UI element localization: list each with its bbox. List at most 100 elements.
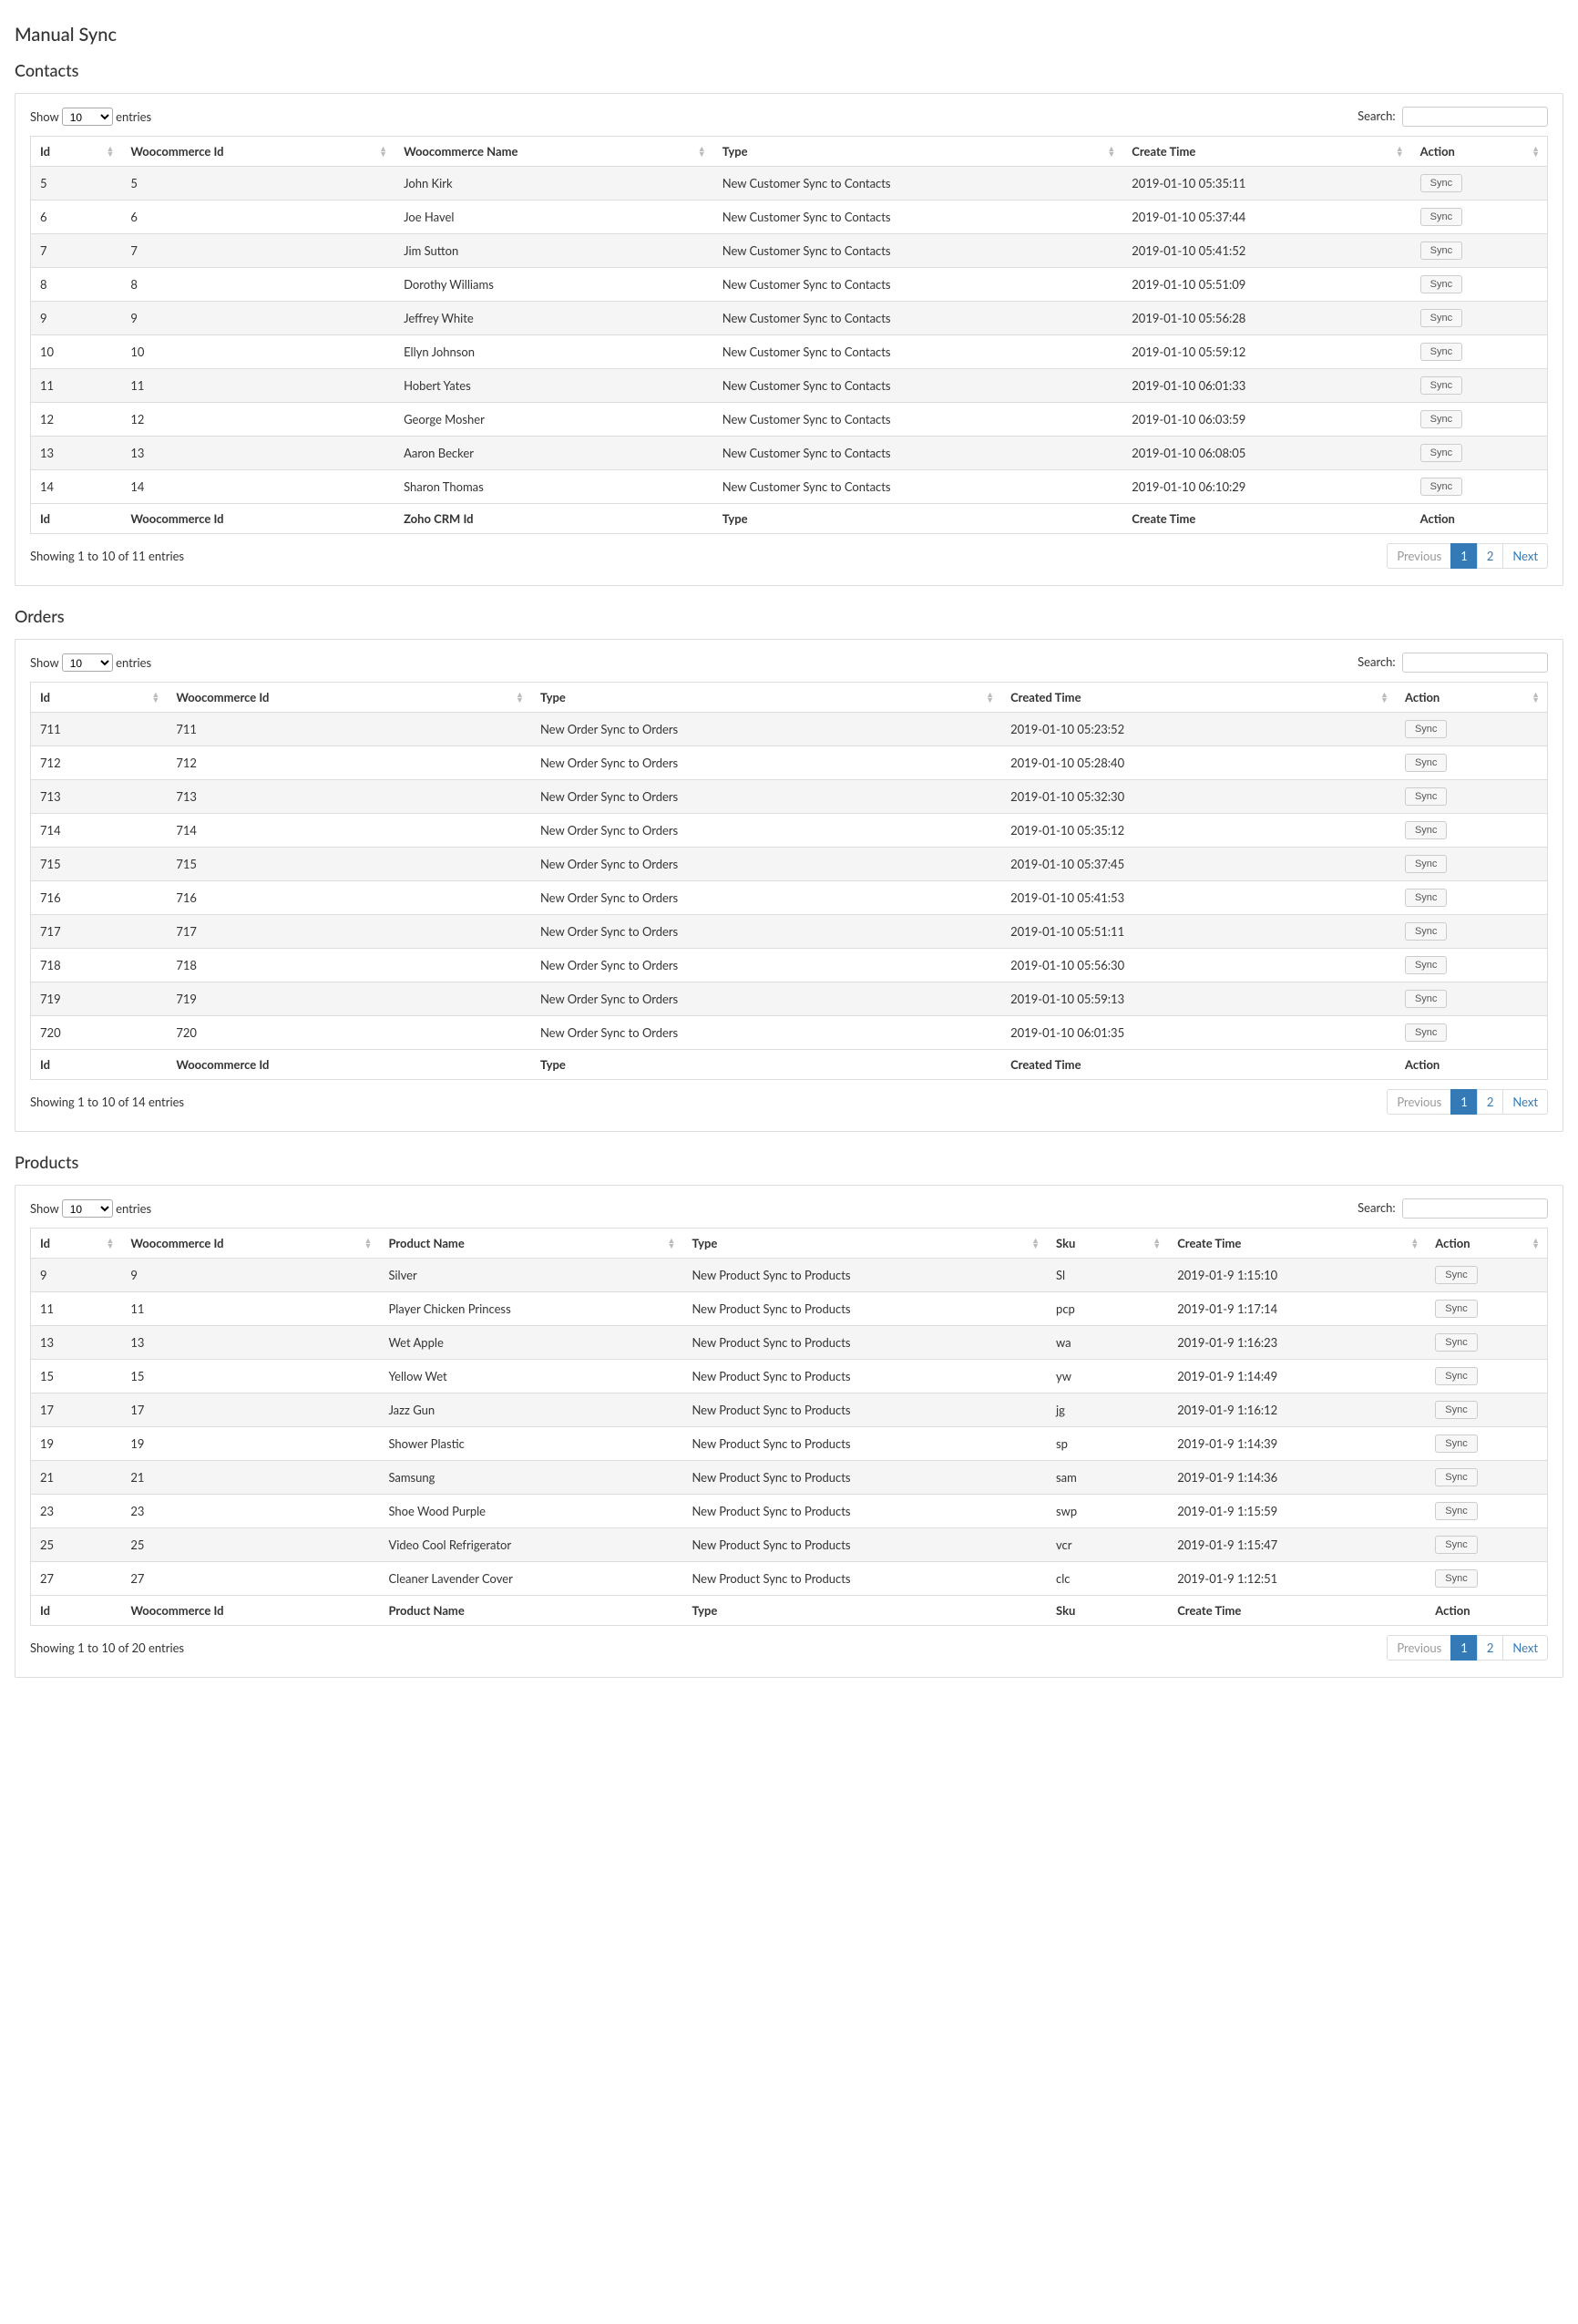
sync-button[interactable]: Sync — [1420, 208, 1462, 226]
sync-button[interactable]: Sync — [1435, 1300, 1477, 1318]
products.headers-col-6[interactable]: Action — [1426, 1229, 1547, 1259]
products.headers-col-5[interactable]: Create Time — [1168, 1229, 1426, 1259]
table-row: 712712New Order Sync to Orders2019-01-10… — [31, 746, 1548, 780]
sync-button[interactable]: Sync — [1420, 376, 1462, 395]
sync-button[interactable]: Sync — [1435, 1266, 1477, 1284]
cell-id: 23 — [31, 1495, 122, 1528]
sync-button[interactable]: Sync — [1405, 1023, 1447, 1042]
orders-page-1[interactable]: 1 — [1450, 1089, 1478, 1115]
orders.footer_headers-col-2: Type — [531, 1050, 1001, 1080]
cell-wc-id: 9 — [121, 1259, 379, 1292]
contacts-length-select[interactable]: 10 — [62, 108, 113, 126]
orders.headers-col-2[interactable]: Type — [531, 683, 1001, 713]
sort-icon — [1031, 1238, 1040, 1249]
sync-button[interactable]: Sync — [1420, 174, 1462, 192]
cell-action: Sync — [1426, 1562, 1547, 1596]
contacts.headers-col-0[interactable]: Id — [31, 137, 122, 167]
cell-action: Sync — [1396, 848, 1548, 881]
cell-id: 12 — [31, 403, 122, 437]
contacts.headers-col-2[interactable]: Woocommerce Name — [394, 137, 713, 167]
sync-button[interactable]: Sync — [1435, 1569, 1477, 1588]
sort-icon — [1396, 146, 1404, 157]
orders-prev-button[interactable]: Previous — [1387, 1089, 1451, 1115]
contacts-prev-button[interactable]: Previous — [1387, 543, 1451, 569]
orders.headers-col-3[interactable]: Created Time — [1001, 683, 1396, 713]
sync-button[interactable]: Sync — [1420, 242, 1462, 260]
products.headers-col-1[interactable]: Woocommerce Id — [121, 1229, 379, 1259]
orders-page-2[interactable]: 2 — [1477, 1089, 1504, 1115]
cell-name: Yellow Wet — [379, 1360, 682, 1393]
products-next-button[interactable]: Next — [1502, 1635, 1548, 1661]
cell-id: 719 — [31, 982, 168, 1016]
contacts.headers-col-3[interactable]: Type — [713, 137, 1123, 167]
cell-id: 14 — [31, 470, 122, 504]
sync-button[interactable]: Sync — [1405, 922, 1447, 941]
sync-button[interactable]: Sync — [1420, 343, 1462, 361]
cell-id: 5 — [31, 167, 122, 201]
cell-wc-id: 17 — [121, 1393, 379, 1427]
contacts.footer_headers-col-2: Zoho CRM Id — [394, 504, 713, 534]
orders-pagination: Previous 1 2 Next — [1388, 1089, 1548, 1115]
sync-button[interactable]: Sync — [1420, 410, 1462, 428]
cell-wc-id: 14 — [121, 470, 394, 504]
contacts-next-button[interactable]: Next — [1502, 543, 1548, 569]
products.headers-col-0[interactable]: Id — [31, 1229, 122, 1259]
products.headers-col-2[interactable]: Product Name — [379, 1229, 682, 1259]
orders-search-input[interactable] — [1402, 653, 1548, 673]
contacts-search-control: Search: — [1358, 107, 1548, 127]
cell-wc-id: 27 — [121, 1562, 379, 1596]
cell-id: 7 — [31, 234, 122, 268]
cell-action: Sync — [1426, 1259, 1547, 1292]
contacts.headers-col-5[interactable]: Action — [1411, 137, 1548, 167]
contacts.headers-col-1[interactable]: Woocommerce Id — [121, 137, 394, 167]
sync-button[interactable]: Sync — [1405, 990, 1447, 1008]
sync-button[interactable]: Sync — [1420, 275, 1462, 293]
sync-button[interactable]: Sync — [1405, 821, 1447, 839]
sync-button[interactable]: Sync — [1420, 309, 1462, 327]
sync-button[interactable]: Sync — [1405, 720, 1447, 738]
sync-button[interactable]: Sync — [1435, 1333, 1477, 1352]
contacts-page-1[interactable]: 1 — [1450, 543, 1478, 569]
products-page-2[interactable]: 2 — [1477, 1635, 1504, 1661]
contacts-table: IdWoocommerce IdWoocommerce NameTypeCrea… — [30, 136, 1548, 534]
cell-id: 720 — [31, 1016, 168, 1050]
sync-button[interactable]: Sync — [1405, 787, 1447, 806]
sync-button[interactable]: Sync — [1435, 1435, 1477, 1453]
cell-name: Joe Havel — [394, 201, 713, 234]
orders-next-button[interactable]: Next — [1502, 1089, 1548, 1115]
orders-length-select[interactable]: 10 — [62, 653, 113, 672]
sync-button[interactable]: Sync — [1405, 956, 1447, 974]
cell-action: Sync — [1411, 437, 1548, 470]
cell-id: 713 — [31, 780, 168, 814]
products-page-1[interactable]: 1 — [1450, 1635, 1478, 1661]
contacts-search-input[interactable] — [1402, 107, 1548, 127]
orders.headers-col-0[interactable]: Id — [31, 683, 168, 713]
products-search-input[interactable] — [1402, 1198, 1548, 1219]
orders.footer_headers-col-3: Created Time — [1001, 1050, 1396, 1080]
orders-section: Show 10 entries Search: IdWoocommerce Id… — [15, 639, 1563, 1132]
sync-button[interactable]: Sync — [1420, 478, 1462, 496]
sync-button[interactable]: Sync — [1420, 444, 1462, 462]
products-length-select[interactable]: 10 — [62, 1199, 113, 1218]
sync-button[interactable]: Sync — [1405, 889, 1447, 907]
cell-name: John Kirk — [394, 167, 713, 201]
sort-icon — [106, 1238, 114, 1249]
orders.headers-col-4[interactable]: Action — [1396, 683, 1548, 713]
sync-button[interactable]: Sync — [1405, 754, 1447, 772]
sync-button[interactable]: Sync — [1435, 1536, 1477, 1554]
sync-button[interactable]: Sync — [1405, 855, 1447, 873]
contacts-page-2[interactable]: 2 — [1477, 543, 1504, 569]
products-prev-button[interactable]: Previous — [1387, 1635, 1451, 1661]
products.headers-col-3[interactable]: Type — [682, 1229, 1047, 1259]
sync-button[interactable]: Sync — [1435, 1401, 1477, 1419]
sync-button[interactable]: Sync — [1435, 1502, 1477, 1520]
orders.footer_headers-col-0: Id — [31, 1050, 168, 1080]
cell-name: Silver — [379, 1259, 682, 1292]
contacts.headers-col-4[interactable]: Create Time — [1122, 137, 1410, 167]
sync-button[interactable]: Sync — [1435, 1367, 1477, 1385]
orders-length-control: Show 10 entries — [30, 653, 151, 672]
orders.headers-col-1[interactable]: Woocommerce Id — [167, 683, 531, 713]
products.headers-col-4[interactable]: Sku — [1047, 1229, 1168, 1259]
sync-button[interactable]: Sync — [1435, 1468, 1477, 1486]
cell-type: New Product Sync to Products — [682, 1393, 1047, 1427]
